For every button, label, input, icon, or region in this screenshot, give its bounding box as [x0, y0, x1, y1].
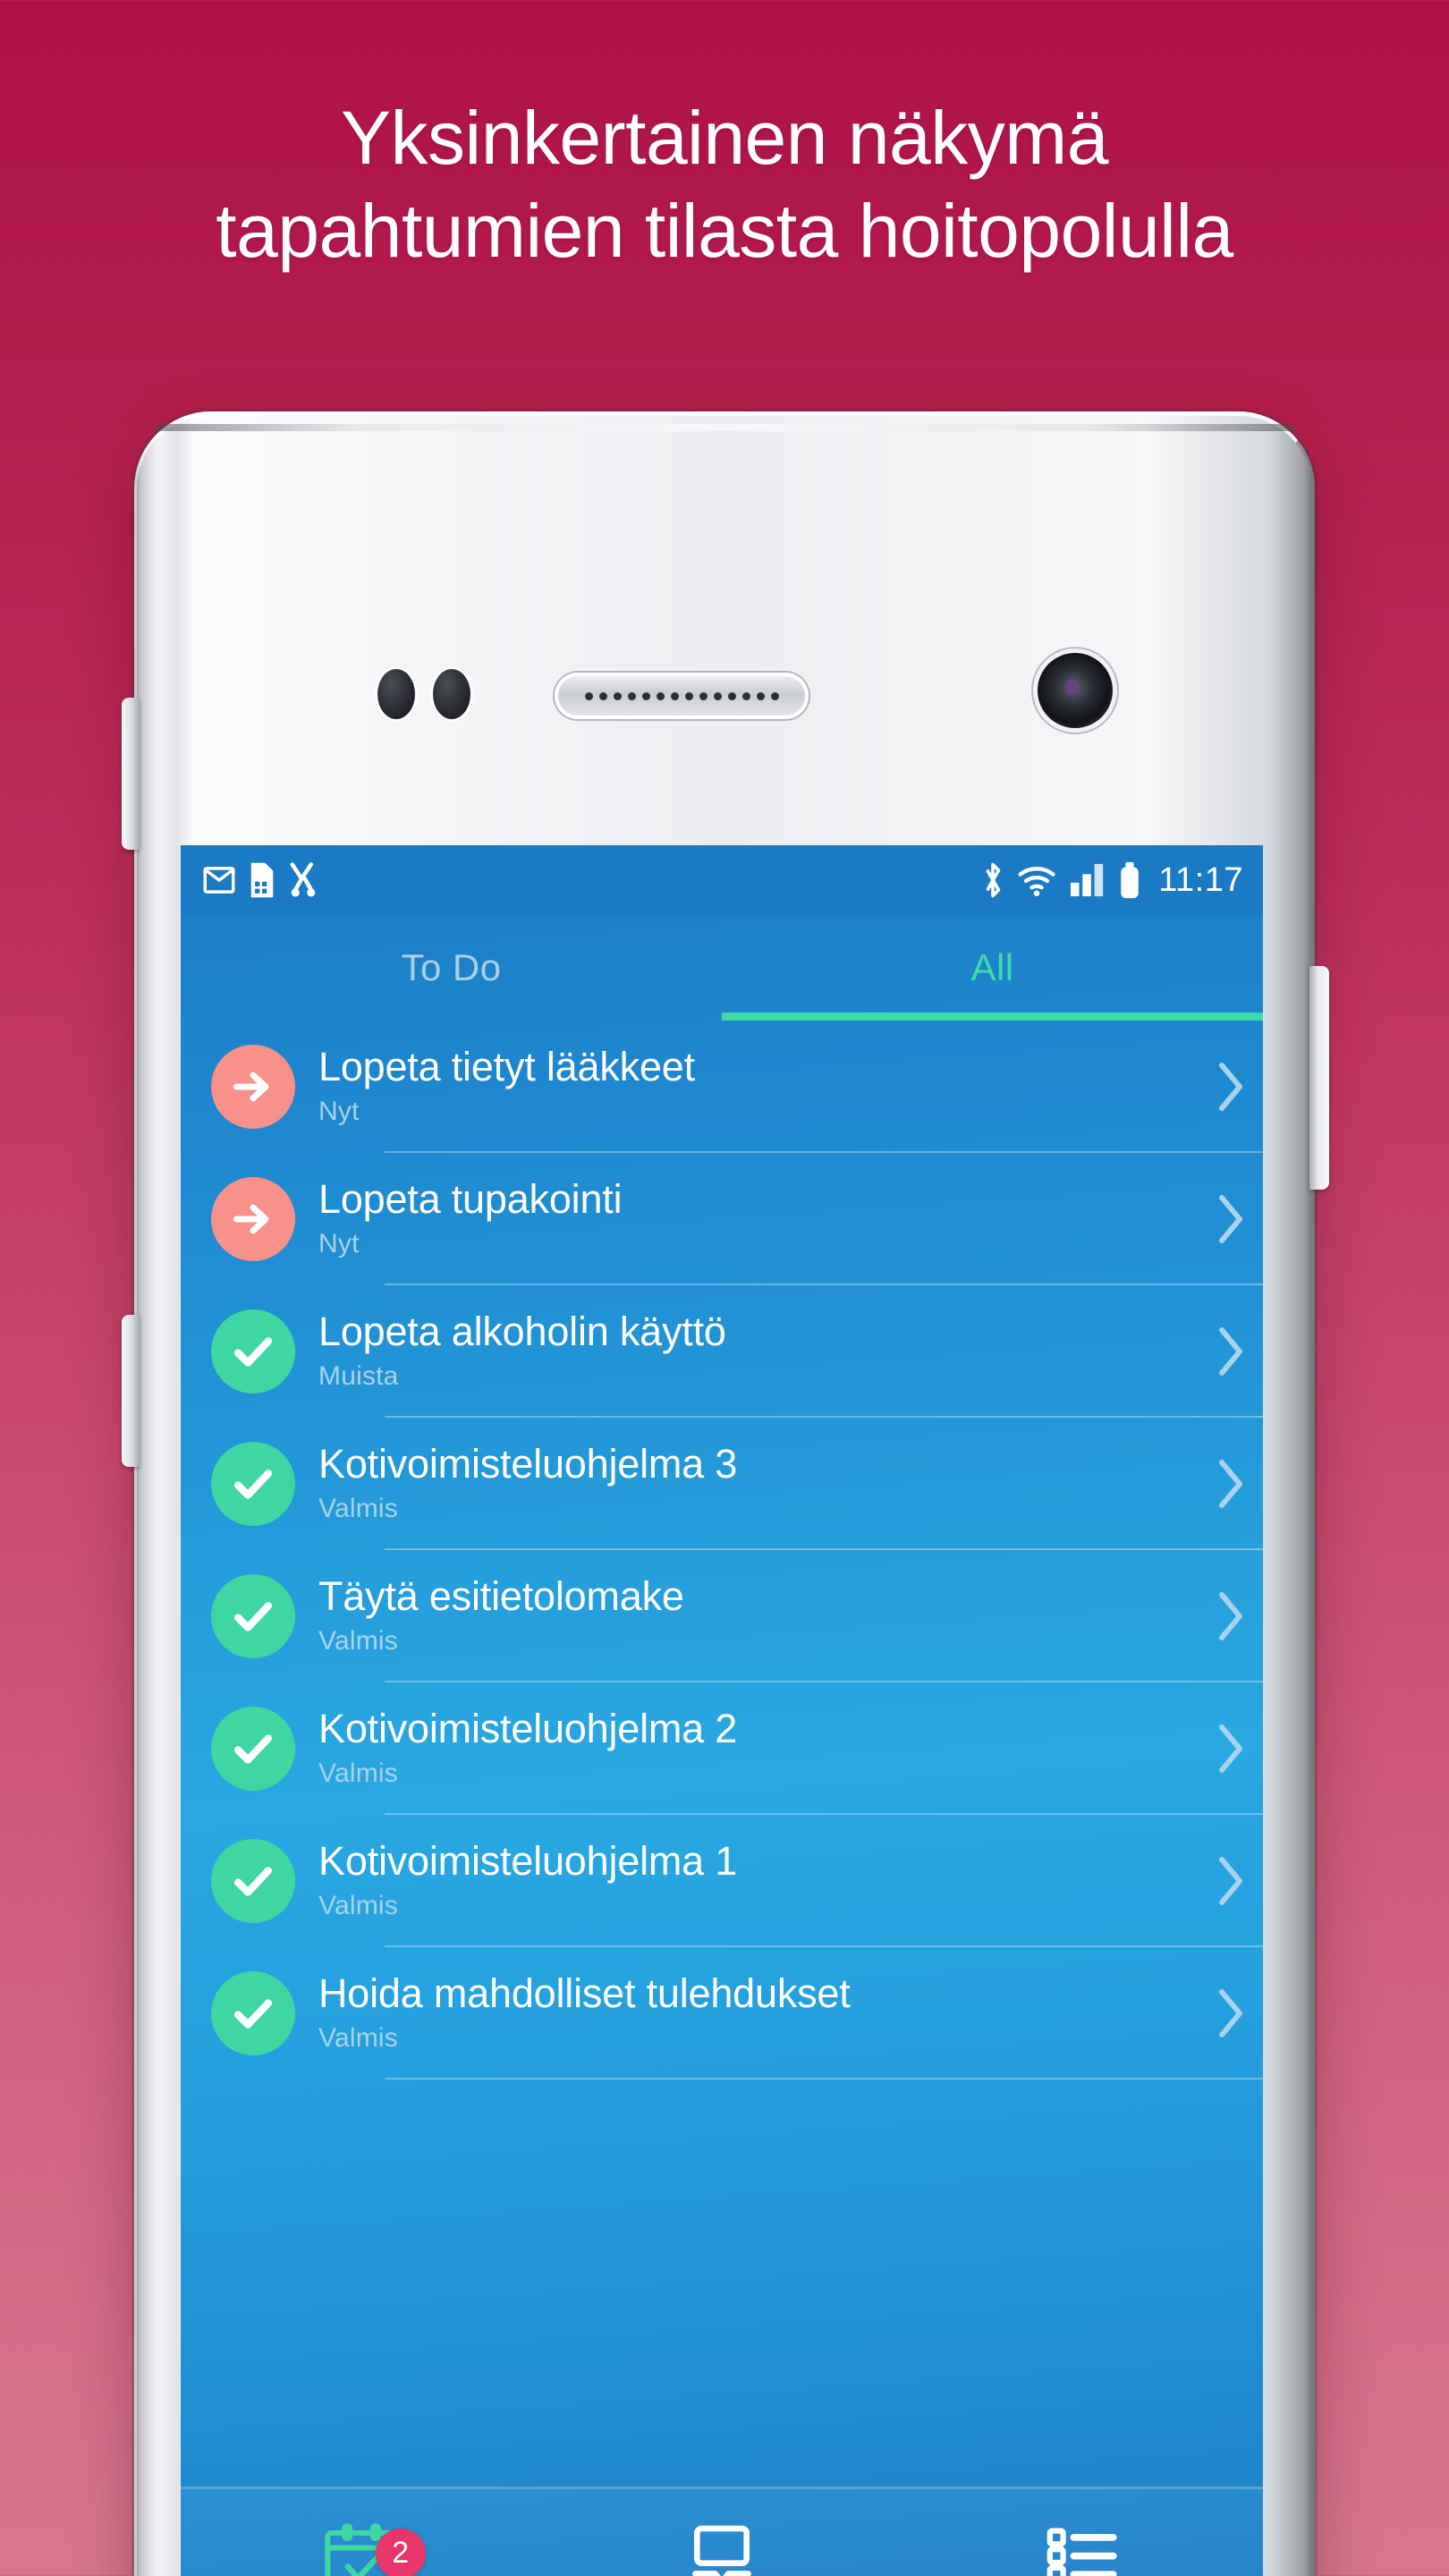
arrow-right-icon	[211, 1177, 295, 1261]
mail-icon	[203, 867, 235, 894]
row-text: Lopeta tietyt lääkkeet Nyt	[318, 1046, 1199, 1127]
status-badge: 2	[375, 2528, 426, 2576]
bluetooth-icon	[986, 862, 1001, 898]
row-text: Lopeta alkoholin käyttö Muista	[318, 1310, 1199, 1392]
row-status: Valmis	[318, 1758, 398, 1788]
table-row[interactable]: Kotivoimisteluohjelma 2 Valmis	[181, 1682, 1263, 1815]
page-headline: Yksinkertainen näkymä tapahtumien tilast…	[0, 99, 1449, 273]
nav-item-card[interactable]	[541, 2517, 902, 2576]
tab-to-do[interactable]: To Do	[181, 915, 722, 1021]
check-icon	[211, 1574, 295, 1658]
tab-bar: To Do All	[181, 915, 1263, 1021]
volume-down-button[interactable]	[122, 1315, 140, 1467]
row-title: Kotivoimisteluohjelma 1	[318, 1838, 738, 1885]
row-title: Lopeta tietyt lääkkeet	[318, 1044, 695, 1090]
row-text: Kotivoimisteluohjelma 2 Valmis	[318, 1707, 1199, 1789]
row-title: Hoida mahdolliset tulehdukset	[318, 1970, 851, 2017]
task-list: Lopeta tietyt lääkkeet Nyt Lopeta tupako…	[181, 1021, 1263, 2080]
chevron-right-icon[interactable]	[1199, 1325, 1263, 1378]
check-icon	[211, 1971, 295, 2055]
chevron-right-icon[interactable]	[1199, 1060, 1263, 1114]
row-status: Valmis	[318, 1493, 398, 1523]
signal-icon	[1071, 863, 1104, 897]
wifi-icon	[1018, 867, 1055, 896]
chevron-right-icon[interactable]	[1199, 1987, 1263, 2040]
list-icon	[1046, 2527, 1117, 2576]
row-status: Muista	[318, 1360, 399, 1391]
row-divider	[385, 2078, 1263, 2080]
bottom-navigation-bar: 2	[181, 2487, 1263, 2576]
table-row[interactable]: Kotivoimisteluohjelma 3 Valmis	[181, 1418, 1263, 1550]
proximity-sensor-icon	[377, 669, 415, 719]
chevron-right-icon[interactable]	[1199, 1589, 1263, 1643]
row-title: Kotivoimisteluohjelma 3	[318, 1441, 738, 1487]
chevron-right-icon[interactable]	[1199, 1854, 1263, 1908]
row-text: Lopeta tupakointi Nyt	[318, 1178, 1199, 1259]
row-status: Valmis	[318, 1890, 398, 1920]
table-row[interactable]: Kotivoimisteluohjelma 1 Valmis	[181, 1815, 1263, 1947]
tools-icon	[290, 862, 316, 897]
table-row[interactable]: Lopeta alkoholin käyttö Muista	[181, 1285, 1263, 1418]
earpiece-speaker-icon	[555, 673, 809, 719]
row-status: Nyt	[318, 1096, 360, 1126]
check-icon	[211, 1707, 295, 1791]
table-row[interactable]: Lopeta tupakointi Nyt	[181, 1153, 1263, 1285]
tab-all-label: All	[970, 946, 1014, 988]
tab-active-indicator	[722, 1013, 1263, 1021]
row-status: Valmis	[318, 1625, 398, 1656]
light-sensor-icon	[433, 669, 470, 719]
row-status: Nyt	[318, 1228, 360, 1258]
row-text: Hoida mahdolliset tulehdukset Valmis	[318, 1972, 1199, 2054]
status-bar: 11:17	[181, 845, 1263, 915]
status-bar-left-icons	[200, 861, 320, 899]
row-status: Valmis	[318, 2022, 398, 2053]
check-icon	[211, 1442, 295, 1526]
row-title: Kotivoimisteluohjelma 2	[318, 1706, 738, 1752]
status-bar-right-icons: 11:17	[981, 860, 1243, 900]
arrow-right-icon	[211, 1045, 295, 1129]
chevron-right-icon[interactable]	[1199, 1192, 1263, 1246]
table-row[interactable]: Lopeta tietyt lääkkeet Nyt	[181, 1021, 1263, 1153]
battery-icon	[1121, 861, 1139, 899]
check-icon	[211, 1309, 295, 1394]
nav-item-list[interactable]	[902, 2517, 1263, 2576]
row-text: Kotivoimisteluohjelma 1 Valmis	[318, 1840, 1199, 1921]
check-icon	[211, 1839, 295, 1923]
volume-up-button[interactable]	[122, 698, 140, 850]
power-button[interactable]	[1309, 966, 1329, 1190]
headline-line-1: Yksinkertainen näkymä	[341, 96, 1108, 180]
card-slider-icon	[692, 2525, 751, 2576]
row-title: Täytä esitietolomake	[318, 1573, 684, 1620]
table-row[interactable]: Hoida mahdolliset tulehdukset Valmis	[181, 1947, 1263, 2080]
tab-to-do-label: To Do	[401, 946, 502, 988]
tab-all[interactable]: All	[722, 915, 1263, 1021]
chevron-right-icon[interactable]	[1199, 1457, 1263, 1511]
headline-line-2: tapahtumien tilasta hoitopolulla	[216, 188, 1233, 273]
front-camera-icon	[1038, 653, 1113, 728]
status-bar-clock: 11:17	[1158, 860, 1243, 899]
phone-screen: 11:17 To Do All Lopeta tietyt lääkkeet N…	[181, 845, 1263, 2576]
row-text: Kotivoimisteluohjelma 3 Valmis	[318, 1443, 1199, 1524]
nav-item-tasks[interactable]: 2	[181, 2516, 541, 2576]
phone-bezel-highlight	[154, 424, 1295, 431]
sim-card-icon	[250, 862, 274, 898]
row-title: Lopeta alkoholin käyttö	[318, 1309, 726, 1355]
row-title: Lopeta tupakointi	[318, 1176, 623, 1223]
chevron-right-icon[interactable]	[1199, 1722, 1263, 1775]
row-text: Täytä esitietolomake Valmis	[318, 1575, 1199, 1657]
phone-mockup: 11:17 To Do All Lopeta tietyt lääkkeet N…	[122, 411, 1329, 2576]
table-row[interactable]: Täytä esitietolomake Valmis	[181, 1550, 1263, 1682]
